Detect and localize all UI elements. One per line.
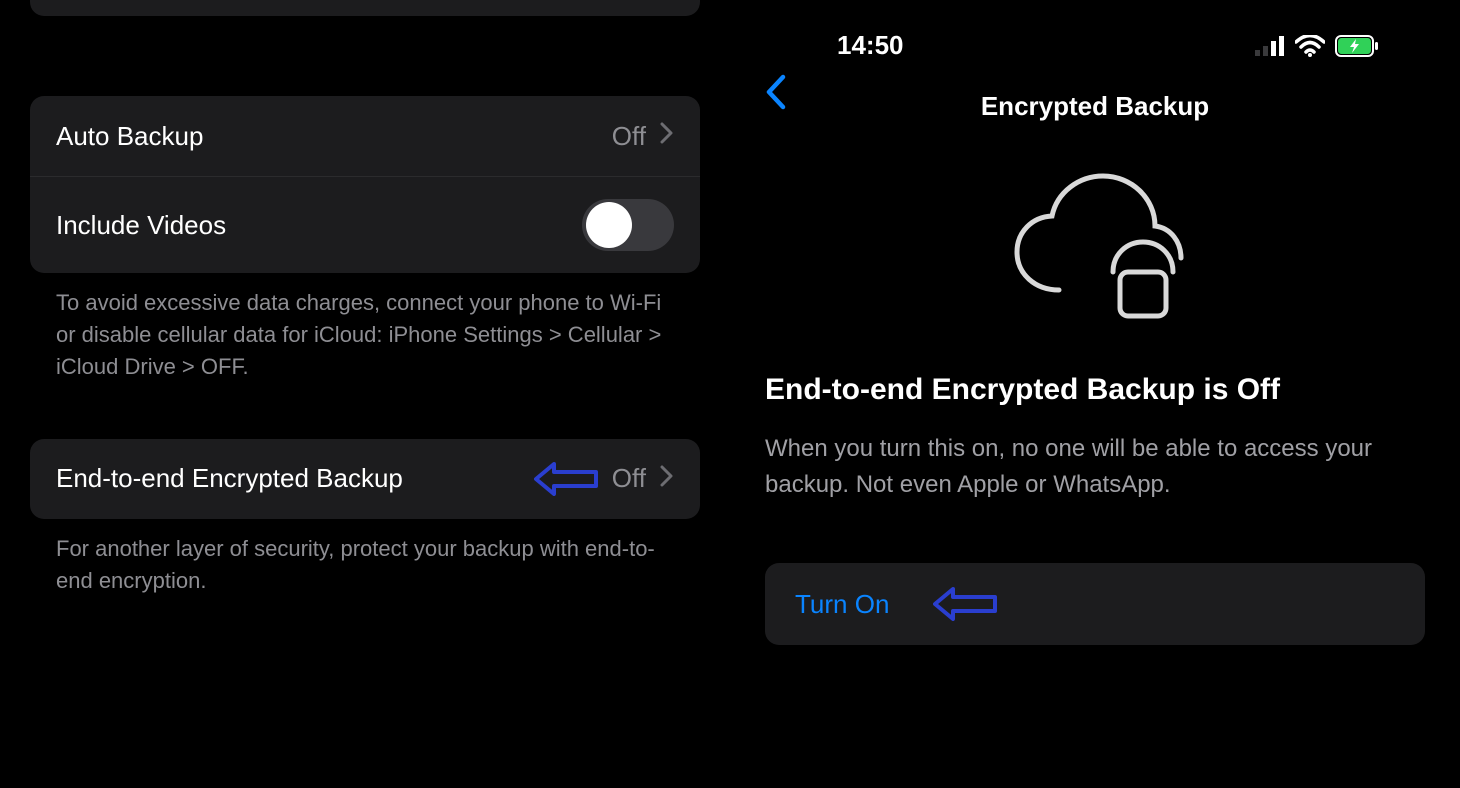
status-time: 14:50	[837, 30, 904, 61]
nav-bar: Encrypted Backup	[765, 61, 1425, 132]
e2e-backup-value: Off	[612, 463, 646, 494]
cellular-signal-icon	[1255, 36, 1285, 56]
e2e-group: End-to-end Encrypted Backup Off	[30, 439, 700, 519]
turn-on-button[interactable]: Turn On	[765, 563, 1425, 645]
auto-backup-row[interactable]: Auto Backup Off	[30, 96, 700, 176]
annotation-arrow-icon	[534, 462, 598, 496]
status-bar: 14:50	[765, 0, 1425, 61]
body-text: When you turn this on, no one will be ab…	[765, 431, 1425, 563]
status-icons	[1255, 35, 1379, 57]
back-button[interactable]	[765, 74, 787, 120]
auto-backup-value: Off	[612, 121, 646, 152]
cloud-lock-icon	[765, 132, 1425, 352]
data-usage-note: To avoid excessive data charges, connect…	[30, 273, 700, 383]
headline: End-to-end Encrypted Backup is Off	[765, 352, 1425, 431]
previous-group-edge	[30, 0, 700, 16]
settings-panel: Auto Backup Off Include Videos To avoid …	[0, 0, 730, 788]
toggle-knob	[586, 202, 632, 248]
battery-charging-icon	[1335, 35, 1379, 57]
chevron-right-icon	[660, 465, 674, 493]
auto-backup-label: Auto Backup	[56, 121, 203, 152]
page-title: Encrypted Backup	[765, 91, 1425, 122]
encrypted-backup-panel: 14:50	[730, 0, 1460, 788]
e2e-backup-row[interactable]: End-to-end Encrypted Backup Off	[30, 439, 700, 519]
turn-on-label: Turn On	[795, 589, 889, 620]
include-videos-toggle[interactable]	[582, 199, 674, 251]
backup-options-group: Auto Backup Off Include Videos	[30, 96, 700, 273]
wifi-icon	[1295, 35, 1325, 57]
e2e-backup-label: End-to-end Encrypted Backup	[56, 463, 403, 494]
annotation-arrow-icon	[933, 587, 997, 621]
chevron-right-icon	[660, 122, 674, 150]
include-videos-row: Include Videos	[30, 176, 700, 273]
e2e-note: For another layer of security, protect y…	[30, 519, 700, 597]
include-videos-label: Include Videos	[56, 210, 226, 241]
